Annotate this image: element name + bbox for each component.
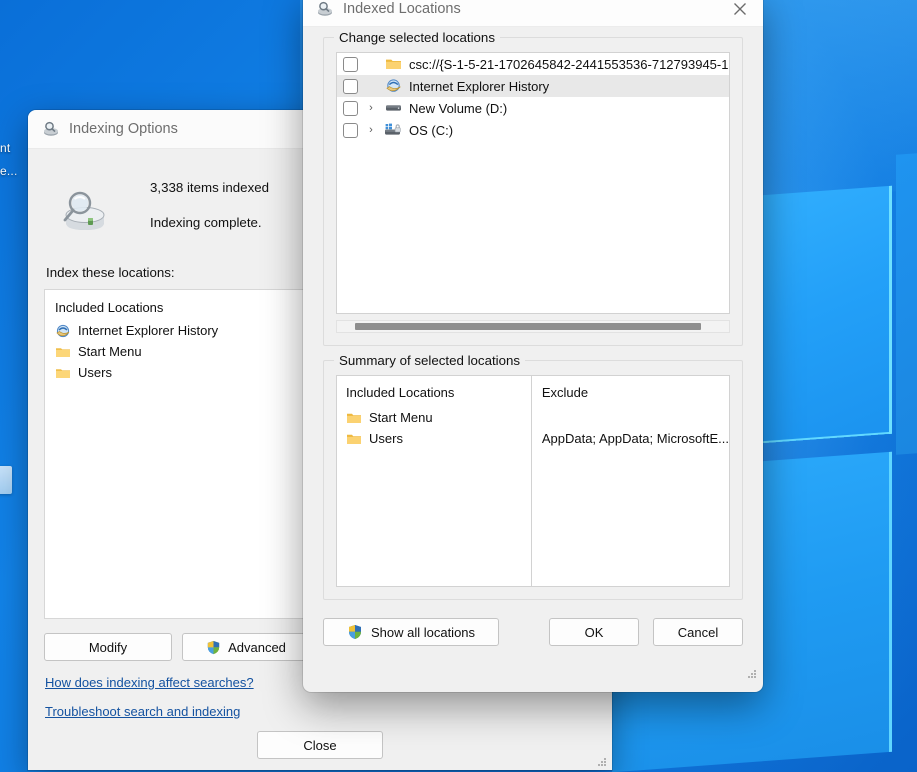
locations-tree[interactable]: › csc://{S-1-5-21-1702645842-2441553536-… (336, 52, 730, 314)
table-row[interactable]: › csc://{S-1-5-21-1702645842-2441553536-… (337, 53, 729, 75)
indexing-options-title: Indexing Options (69, 121, 178, 137)
chevron-right-icon[interactable]: › (363, 124, 379, 136)
tree-item-label: csc://{S-1-5-21-1702645842-2441553536-71… (409, 57, 730, 72)
dialog-action-buttons: OK Cancel (549, 618, 743, 646)
tree-checkbox[interactable] (343, 57, 358, 72)
cancel-button[interactable]: Cancel (653, 618, 743, 646)
wallpaper-pane-right (896, 145, 917, 455)
tree-item-label: OS (C:) (409, 123, 453, 138)
table-row[interactable]: › (337, 119, 729, 141)
drive-icon (384, 100, 402, 116)
column-header-exclude: Exclude (542, 385, 729, 400)
scrollbar-thumb[interactable] (355, 323, 701, 330)
summary-table: Included Locations Start Menu (336, 375, 730, 587)
tree-item-label: Internet Explorer History (409, 79, 549, 94)
summary-included-label: Users (369, 431, 403, 446)
horizontal-scrollbar[interactable] (336, 320, 730, 333)
indexing-icon (42, 120, 60, 138)
indexing-options-footer: Close (28, 731, 612, 759)
indexed-locations-body: Change selected locations › csc://{S-1-5… (303, 27, 763, 600)
link-how-does-indexing-affect-searches[interactable]: How does indexing affect searches? (45, 675, 254, 690)
resize-grip[interactable] (596, 756, 608, 768)
advanced-button-label: Advanced (228, 640, 286, 655)
indexed-locations-titlebar[interactable]: Indexed Locations (303, 0, 763, 27)
internet-explorer-icon (384, 78, 402, 94)
indexing-status-text: Indexing complete. (150, 215, 269, 230)
table-row: Start Menu (346, 407, 531, 428)
os-drive-icon (384, 122, 402, 138)
indexed-locations-title: Indexed Locations (343, 1, 461, 17)
folder-icon (55, 345, 71, 359)
table-row[interactable]: › Internet Explorer History (337, 75, 729, 97)
tree-checkbox[interactable] (343, 101, 358, 116)
summary-included-column: Included Locations Start Menu (337, 376, 532, 586)
resize-grip[interactable] (746, 668, 758, 680)
indexing-icon (316, 0, 334, 18)
close-button[interactable]: Close (257, 731, 383, 759)
tree-checkbox[interactable] (343, 79, 358, 94)
close-icon[interactable] (717, 0, 763, 26)
change-selected-locations-title: Change selected locations (334, 30, 500, 45)
internet-explorer-icon (55, 323, 71, 339)
shield-icon (206, 640, 221, 655)
summary-included-label: Start Menu (369, 410, 433, 425)
list-item-label: Users (78, 365, 112, 380)
column-header-included: Included Locations (346, 385, 531, 400)
indexing-status-texts: 3,338 items indexed Indexing complete. (150, 173, 269, 250)
chevron-right-icon[interactable]: › (363, 102, 379, 114)
table-row: Users (346, 428, 531, 449)
tree-item-label: New Volume (D:) (409, 101, 507, 116)
link-troubleshoot-search-and-indexing[interactable]: Troubleshoot search and indexing (45, 704, 240, 719)
ok-button[interactable]: OK (549, 618, 639, 646)
indexed-locations-dialog: Indexed Locations Change selected locati… (303, 0, 763, 692)
change-selected-locations-group: Change selected locations › csc://{S-1-5… (323, 37, 743, 346)
desktop-icon-label-fragment: nt (0, 141, 10, 155)
desktop: nt e... Indexing Options (0, 0, 917, 772)
summary-exclude-column: Exclude AppData; AppData; MicrosoftE... (532, 376, 729, 586)
shield-icon (347, 624, 363, 640)
folder-icon (55, 366, 71, 380)
list-item-label: Internet Explorer History (78, 323, 218, 338)
summary-of-selected-locations-title: Summary of selected locations (334, 353, 525, 368)
table-row[interactable]: › New Volume (D:) (337, 97, 729, 119)
indexed-locations-footer: Show all locations OK Cancel (303, 614, 763, 646)
folder-icon (384, 56, 402, 72)
list-item-label: Start Menu (78, 344, 142, 359)
modify-button[interactable]: Modify (44, 633, 172, 661)
advanced-button[interactable]: Advanced (182, 633, 310, 661)
folder-icon (346, 411, 362, 425)
summary-of-selected-locations-group: Summary of selected locations Included L… (323, 360, 743, 600)
folder-icon (346, 432, 362, 446)
indexing-drive-magnifier-icon (58, 187, 110, 235)
items-indexed-count: 3,338 items indexed (150, 180, 269, 195)
desktop-icon-fragment[interactable] (0, 466, 12, 494)
tree-checkbox[interactable] (343, 123, 358, 138)
show-all-locations-label: Show all locations (371, 625, 475, 640)
desktop-icon-label-fragment: e... (0, 164, 17, 178)
summary-exclude-value: AppData; AppData; MicrosoftE... (542, 428, 729, 449)
spacer (542, 407, 729, 428)
show-all-locations-button[interactable]: Show all locations (323, 618, 499, 646)
